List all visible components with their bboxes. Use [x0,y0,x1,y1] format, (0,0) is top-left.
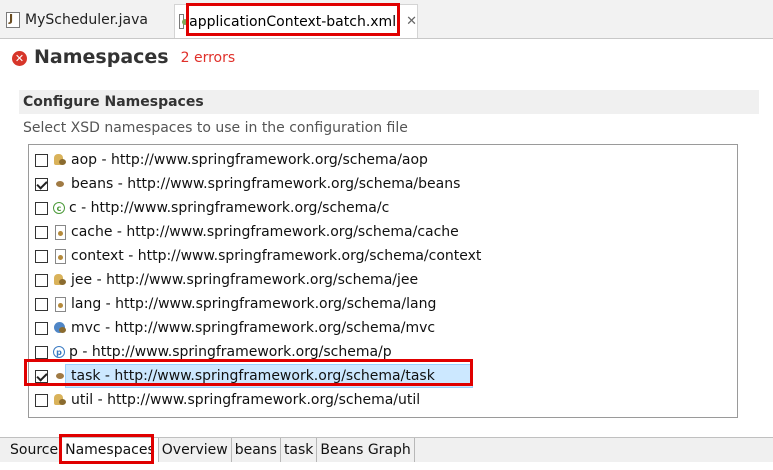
tab-task[interactable]: task [281,438,318,462]
namespace-row[interactable]: beans - http://www.springframework.org/s… [29,172,737,196]
tab-myscheduler-java[interactable]: MyScheduler.java [6,5,168,35]
namespace-row[interactable]: cache - http://www.springframework.org/s… [29,220,737,244]
xml-file-icon [179,14,189,29]
namespace-row[interactable]: p p - http://www.springframework.org/sche… [29,340,737,364]
tab-beans[interactable]: beans [232,438,281,462]
namespace-checkbox[interactable] [35,201,48,215]
namespace-row[interactable]: c c - http://www.springframework.org/sche… [29,196,737,220]
error-icon: ✕ [12,50,27,66]
cache-namespace-icon [53,225,67,240]
section-title: Configure Namespaces [19,90,759,114]
namespace-label: util - http://www.springframework.org/sc… [71,392,421,408]
java-file-icon [6,12,20,28]
namespace-row[interactable]: aop - http://www.springframework.org/sch… [29,148,737,172]
lang-namespace-icon [53,297,67,312]
namespace-label: p - http://www.springframework.org/schem… [69,344,392,360]
page-title: Namespaces [34,46,169,68]
tab-label: applicationContext-batch.xml [189,13,397,30]
namespace-checkbox[interactable] [35,177,48,191]
tab-namespaces[interactable]: Namespaces [62,438,159,462]
editor-tab-strip: MyScheduler.java applicationContext-batc… [0,0,773,39]
tab-beans-graph[interactable]: Beans Graph [317,438,415,462]
namespace-row[interactable]: context - http://www.springframework.org… [29,244,737,268]
c-namespace-icon: c [53,202,65,214]
tab-label: MyScheduler.java [25,12,148,28]
namespace-label: aop - http://www.springframework.org/sch… [71,152,428,168]
namespace-list[interactable]: aop - http://www.springframework.org/sch… [28,144,738,418]
beans-namespace-icon [53,177,67,191]
tab-applicationcontext-batch-xml[interactable]: applicationContext-batch.xml ✕ [174,4,418,38]
namespace-checkbox[interactable] [35,393,48,407]
namespace-label: cache - http://www.springframework.org/s… [71,224,459,240]
namespace-checkbox[interactable] [35,153,48,167]
mvc-namespace-icon [53,321,67,335]
p-namespace-icon: p [53,346,65,358]
page-header: ✕ Namespaces 2 errors [12,46,235,68]
error-count-link[interactable]: 2 errors [181,50,236,66]
namespace-checkbox[interactable] [35,345,48,359]
namespace-row[interactable]: util - http://www.springframework.org/sc… [29,388,737,412]
namespace-label: mvc - http://www.springframework.org/sch… [71,320,436,336]
namespace-row[interactable]: lang - http://www.springframework.org/sc… [29,292,737,316]
namespace-label: c - http://www.springframework.org/schem… [69,200,390,216]
namespace-label: jee - http://www.springframework.org/sch… [71,272,419,288]
namespace-checkbox[interactable] [35,369,48,383]
aop-namespace-icon [53,153,67,167]
jee-namespace-icon [53,273,67,287]
namespace-checkbox[interactable] [35,249,48,263]
close-icon[interactable]: ✕ [406,14,417,29]
configure-namespaces-section: Configure Namespaces Select XSD namespac… [19,90,759,434]
namespace-label: task - http://www.springframework.org/sc… [71,368,435,384]
namespace-row[interactable]: task - http://www.springframework.org/sc… [29,364,737,388]
namespace-checkbox[interactable] [35,273,48,287]
util-namespace-icon [53,393,67,407]
namespace-checkbox[interactable] [35,297,48,311]
task-namespace-icon [53,369,67,383]
context-namespace-icon [53,249,67,264]
tab-source[interactable]: Source [0,438,63,462]
tab-overview[interactable]: Overview [159,438,232,462]
namespace-checkbox[interactable] [35,321,48,335]
namespace-checkbox[interactable] [35,225,48,239]
namespace-label: context - http://www.springframework.org… [71,248,482,264]
namespace-row[interactable]: jee - http://www.springframework.org/sch… [29,268,737,292]
namespace-label: beans - http://www.springframework.org/s… [71,176,461,192]
editor-window: MyScheduler.java applicationContext-batc… [0,0,773,470]
namespace-row[interactable]: mvc - http://www.springframework.org/sch… [29,316,737,340]
editor-page-tabs: Source Namespaces Overview beans task Be… [0,437,773,462]
section-description: Select XSD namespaces to use in the conf… [23,120,408,136]
namespace-label: lang - http://www.springframework.org/sc… [71,296,437,312]
